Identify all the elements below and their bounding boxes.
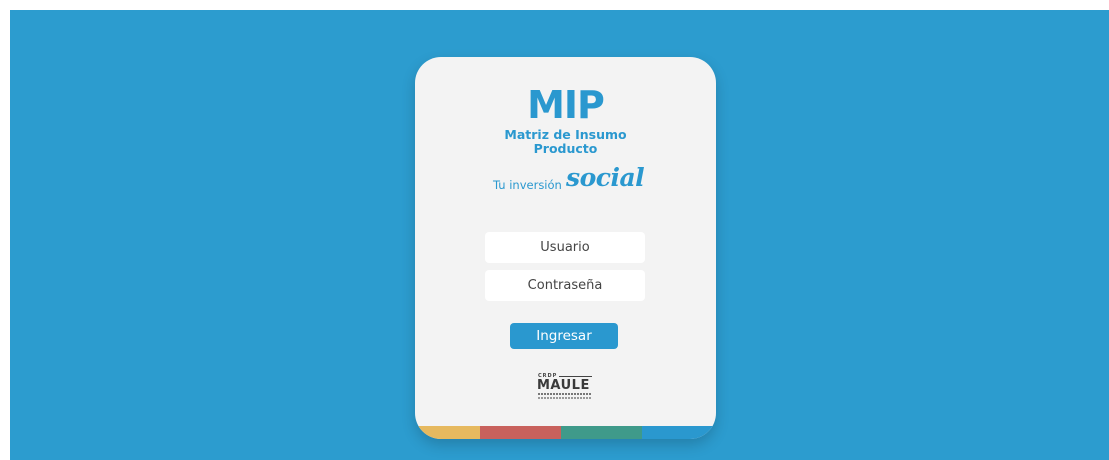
app-logo-acronym: MIP: [527, 83, 605, 127]
app-logo-subtitle-line1: Matriz de Insumo: [504, 127, 627, 142]
tagline-script: social: [566, 163, 645, 192]
stripe-blue: [642, 426, 716, 439]
tagline-plain: Tu inversión: [493, 178, 562, 192]
tagline: Tu inversión social: [493, 161, 663, 197]
username-input[interactable]: Usuario: [485, 232, 645, 263]
password-input[interactable]: Contraseña: [485, 270, 645, 301]
stripe-red: [480, 426, 561, 439]
maule-logo-text: MAULE: [537, 378, 590, 393]
logo-divider: [559, 376, 592, 377]
color-stripe: [415, 426, 716, 439]
login-button[interactable]: Ingresar: [510, 323, 618, 349]
logo-fine-print-1: [538, 393, 592, 395]
app-logo-subtitle-line2: Producto: [533, 141, 598, 156]
login-card: MIP Matriz de Insumo Producto Tu inversi…: [415, 57, 716, 439]
logo-fine-print-2: [538, 397, 592, 399]
page-background: MIP Matriz de Insumo Producto Tu inversi…: [10, 10, 1109, 460]
app-logo-subtitle: Matriz de Insumo Producto: [415, 128, 716, 156]
crdp-maule-logo: CRDP MAULE: [535, 373, 595, 399]
stripe-yellow: [415, 426, 480, 439]
stripe-green: [561, 426, 642, 439]
